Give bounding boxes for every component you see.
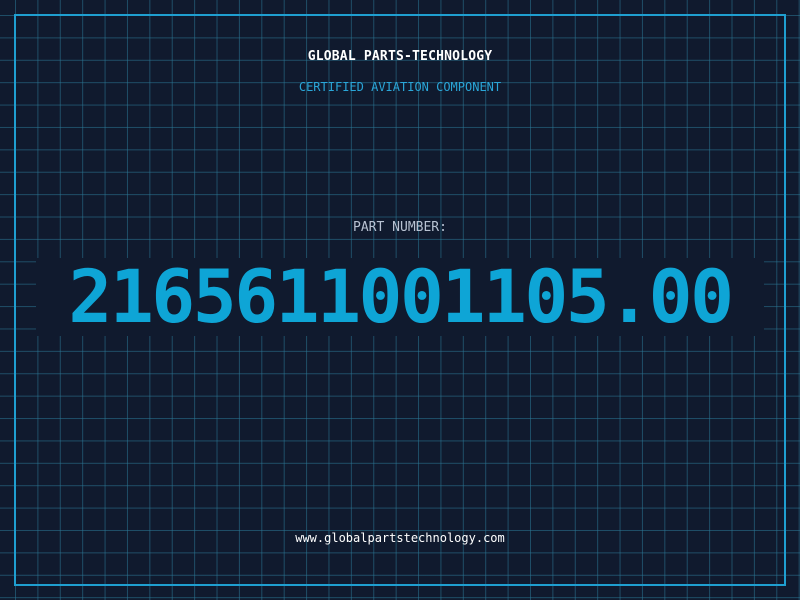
- certificate-page: GLOBAL PARTS-TECHNOLOGY CERTIFIED AVIATI…: [0, 0, 800, 600]
- part-number-value: 2165611001105.00: [68, 255, 734, 340]
- website-url: www.globalpartstechnology.com: [295, 531, 505, 545]
- part-number-label: PART NUMBER:: [353, 220, 447, 235]
- company-name: GLOBAL PARTS-TECHNOLOGY: [307, 49, 493, 64]
- certification-text: CERTIFIED AVIATION COMPONENT: [298, 80, 502, 94]
